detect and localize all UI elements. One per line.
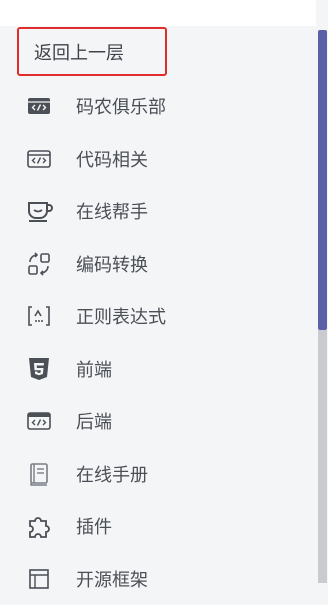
menu-item-label: 码农俱乐部 [76,93,166,119]
menu-item-label: 插件 [76,513,112,539]
menu-item-label: 编码转换 [76,251,148,277]
html5-icon [25,355,53,383]
regex-icon [25,302,53,330]
puzzle-icon [25,512,53,540]
menu-item-coder-club[interactable]: 码农俱乐部 [0,80,316,133]
scrollbar-lower-track[interactable] [318,330,327,583]
back-button[interactable]: 返回上一层 [17,27,167,76]
code-window-icon [25,407,53,435]
menu-item-label: 后端 [76,408,112,434]
scrollbar-thumb[interactable] [318,30,327,330]
menu-item-backend[interactable]: 后端 [0,395,316,448]
book-icon [25,460,53,488]
menu-item-label: 在线手册 [76,461,148,487]
menu-item-label: 代码相关 [76,146,148,172]
frame-icon [25,565,53,593]
convert-icon [25,250,53,278]
menu-item-online-manual[interactable]: 在线手册 [0,448,316,501]
menu-item-online-helper[interactable]: 在线帮手 [0,185,316,238]
menu-list: 码农俱乐部 代码相关 在线帮手 编码转换 正则表达式 前端 [0,80,316,605]
menu-item-plugins[interactable]: 插件 [0,500,316,553]
menu-item-encoding-convert[interactable]: 编码转换 [0,238,316,291]
menu-item-label: 开源框架 [76,566,148,592]
coffee-cup-icon [25,197,53,225]
menu-item-label: 在线帮手 [76,198,148,224]
menu-item-label: 正则表达式 [76,303,166,329]
back-button-label: 返回上一层 [34,39,124,65]
code-window-outline-icon [25,145,53,173]
code-window-icon [25,92,53,120]
menu-item-regex[interactable]: 正则表达式 [0,290,316,343]
menu-item-open-source-frameworks[interactable]: 开源框架 [0,553,316,605]
menu-item-frontend[interactable]: 前端 [0,343,316,396]
menu-item-code-related[interactable]: 代码相关 [0,133,316,186]
menu-item-label: 前端 [76,356,112,382]
top-bar [0,0,316,26]
